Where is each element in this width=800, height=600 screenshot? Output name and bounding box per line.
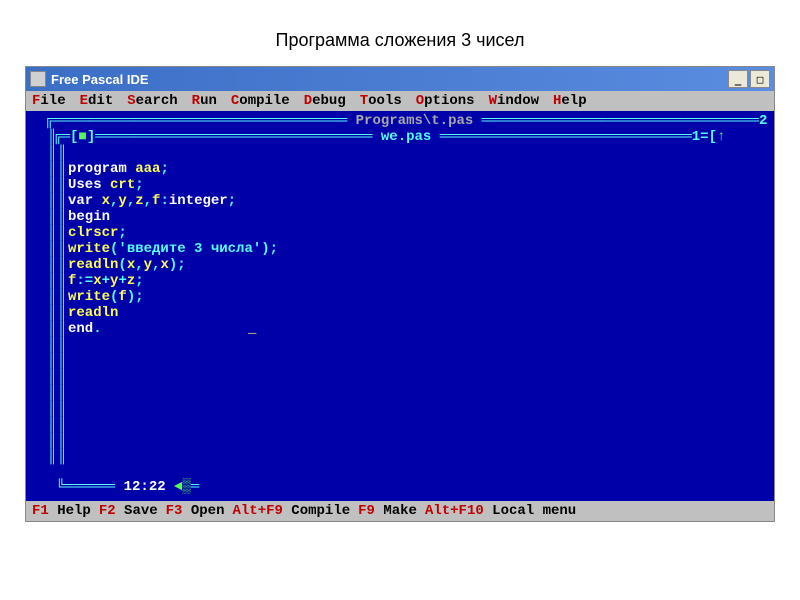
window-title: Free Pascal IDE bbox=[51, 72, 149, 87]
ide-window: Free Pascal IDE _ □ File Edit Search Run… bbox=[25, 66, 775, 522]
statusbar: F1 Help F2 Save F3 Open Alt+F9 Compile F… bbox=[26, 501, 774, 521]
back-window-frame: ╔═══════════════════════════════════ Pro… bbox=[28, 113, 774, 129]
front-bottom-border: ╚══════ 12:22 ◄▒═ bbox=[48, 479, 199, 495]
code-line: program bbox=[68, 161, 135, 177]
menubar[interactable]: File Edit Search Run Compile Debug Tools… bbox=[26, 91, 774, 111]
maximize-button[interactable]: □ bbox=[750, 70, 770, 88]
menu-window[interactable]: Window bbox=[489, 93, 539, 109]
minimize-button[interactable]: _ bbox=[728, 70, 748, 88]
front-window-frame: ╔═[■]═════════════════════════════════ w… bbox=[28, 129, 774, 145]
back-left-border: ║ ║ ║ ║ ║ ║ ║ ║ ║ ║ ║ ║ ║ ║ ║ ║ ║ ║ ║ ║ … bbox=[48, 129, 56, 465]
menu-tools[interactable]: Tools bbox=[360, 93, 402, 109]
text-cursor: _ bbox=[248, 321, 256, 337]
menu-options[interactable]: Options bbox=[416, 93, 475, 109]
front-left-border: ║ ║ ║ ║ ║ ║ ║ ║ ║ ║ ║ ║ ║ ║ ║ ║ ║ ║ ║ ║ bbox=[58, 145, 66, 465]
menu-run[interactable]: Run bbox=[192, 93, 217, 109]
page-heading: Программа сложения 3 чисел bbox=[0, 0, 800, 66]
titlebar[interactable]: Free Pascal IDE _ □ bbox=[26, 67, 774, 91]
menu-help[interactable]: Help bbox=[553, 93, 587, 109]
source-code[interactable]: program aaa; Uses crt; var x,y,z,f:integ… bbox=[68, 145, 278, 337]
status-make[interactable]: F9 Make bbox=[358, 503, 417, 519]
menu-debug[interactable]: Debug bbox=[304, 93, 346, 109]
status-save[interactable]: F2 Save bbox=[99, 503, 158, 519]
status-compile[interactable]: Alt+F9 Compile bbox=[232, 503, 350, 519]
menu-file[interactable]: File bbox=[32, 93, 66, 109]
app-icon bbox=[30, 71, 46, 87]
status-open[interactable]: F3 Open bbox=[166, 503, 225, 519]
menu-edit[interactable]: Edit bbox=[80, 93, 114, 109]
menu-compile[interactable]: Compile bbox=[231, 93, 290, 109]
menu-search[interactable]: Search bbox=[127, 93, 177, 109]
status-localmenu[interactable]: Alt+F10 Local menu bbox=[425, 503, 576, 519]
editor-area[interactable]: ╔═══════════════════════════════════ Pro… bbox=[26, 111, 774, 501]
status-help[interactable]: F1 Help bbox=[32, 503, 91, 519]
